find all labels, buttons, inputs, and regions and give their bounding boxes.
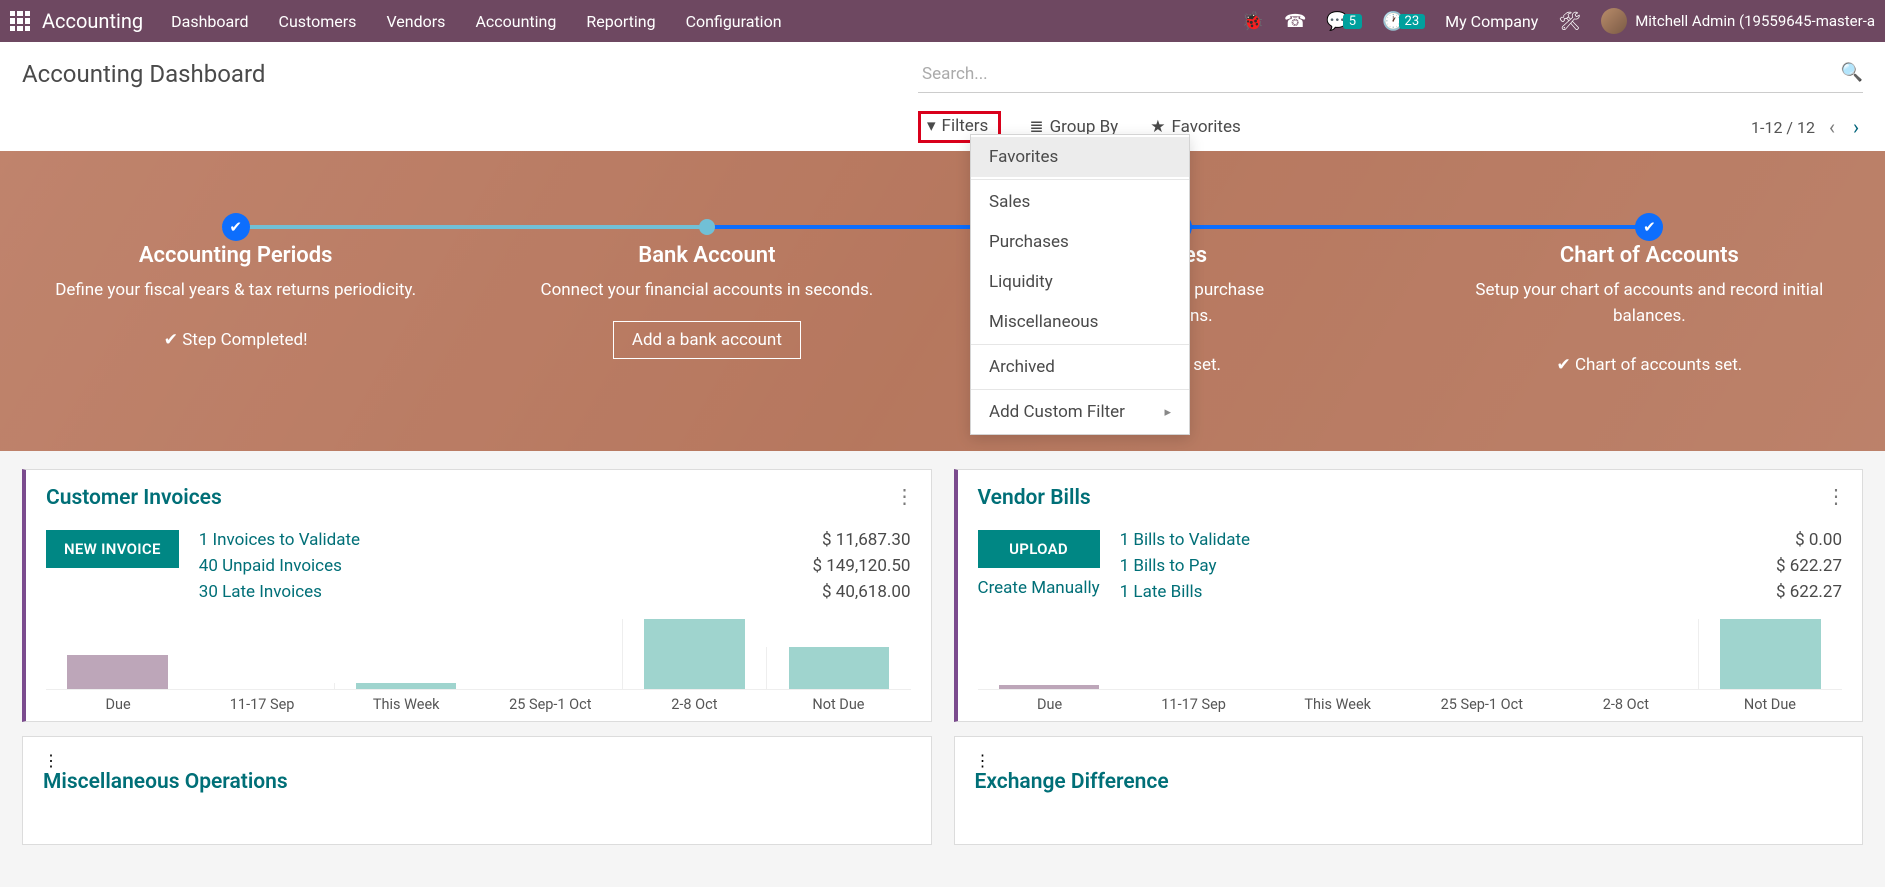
- stat-value: $ 149,120.50: [812, 556, 910, 576]
- bills-to-pay[interactable]: 1 Bills to Pay: [1120, 556, 1217, 576]
- late-invoices[interactable]: 30 Late Invoices: [199, 582, 322, 602]
- bills-to-validate[interactable]: 1 Bills to Validate: [1120, 530, 1250, 550]
- filter-purchases[interactable]: Purchases: [971, 222, 1189, 262]
- kebab-icon[interactable]: ⋮: [975, 751, 1843, 770]
- support-icon[interactable]: ☎: [1284, 11, 1306, 32]
- step-title: Chart of Accounts: [1414, 243, 1885, 268]
- step-status: Step Completed!: [0, 330, 471, 350]
- card-title[interactable]: Exchange Difference: [975, 770, 1843, 794]
- user-menu[interactable]: Mitchell Admin (19559645-master-a: [1601, 8, 1875, 34]
- filter-miscellaneous[interactable]: Miscellaneous: [971, 302, 1189, 342]
- pager-prev[interactable]: ‹: [1825, 115, 1839, 139]
- create-manually-link[interactable]: Create Manually: [978, 578, 1100, 598]
- clock-badge: 23: [1399, 14, 1426, 29]
- onboarding-hero: ✔ Accounting Periods Define your fiscal …: [0, 151, 1885, 451]
- card-title[interactable]: Customer Invoices: [46, 486, 911, 510]
- step-accounting-periods[interactable]: ✔ Accounting Periods Define your fiscal …: [0, 151, 471, 451]
- chart-labels: Due11-17 SepThis Week25 Sep-1 Oct2-8 Oct…: [978, 696, 1843, 713]
- page-title: Accounting Dashboard: [22, 60, 918, 88]
- card-misc-operations: ⋮ Miscellaneous Operations: [22, 736, 932, 845]
- add-custom-filter[interactable]: Add Custom Filter: [971, 392, 1189, 432]
- user-name: Mitchell Admin (19559645-master-a: [1635, 12, 1875, 30]
- apps-icon[interactable]: [10, 11, 30, 31]
- invoices-to-validate[interactable]: 1 Invoices to Validate: [199, 530, 360, 550]
- card-vendor-bills: ⋮ Vendor Bills UPLOAD Create Manually 1 …: [954, 469, 1864, 722]
- step-dot: [699, 219, 715, 235]
- stat-value: $ 0.00: [1795, 530, 1842, 550]
- search-icon[interactable]: 🔍: [1841, 62, 1863, 83]
- chat-badge: 5: [1343, 14, 1362, 29]
- menu-reporting[interactable]: Reporting: [586, 12, 655, 31]
- menu-dashboard[interactable]: Dashboard: [171, 12, 248, 31]
- stat-value: $ 622.27: [1776, 582, 1842, 602]
- subheader: Accounting Dashboard 🔍 ▾ Filters ≣ Group…: [0, 42, 1885, 151]
- check-icon: ✔: [1635, 213, 1663, 241]
- unpaid-invoices[interactable]: 40 Unpaid Invoices: [199, 556, 342, 576]
- late-bills[interactable]: 1 Late Bills: [1120, 582, 1203, 602]
- step-desc: Setup your chart of accounts and record …: [1414, 278, 1885, 329]
- stat-value: $ 622.27: [1776, 556, 1842, 576]
- filter-sales[interactable]: Sales: [971, 182, 1189, 222]
- step-title: Bank Account: [471, 243, 942, 268]
- filters-dropdown: Favorites Sales Purchases Liquidity Misc…: [970, 134, 1190, 435]
- check-icon: ✔: [222, 213, 250, 241]
- menu-accounting[interactable]: Accounting: [475, 12, 556, 31]
- chart-labels: Due11-17 SepThis Week25 Sep-1 Oct2-8 Oct…: [46, 696, 911, 713]
- card-exchange-difference: ⋮ Exchange Difference: [954, 736, 1864, 845]
- menu-vendors[interactable]: Vendors: [386, 12, 445, 31]
- filter-archived[interactable]: Archived: [971, 347, 1189, 387]
- activities-button[interactable]: 🕐 23: [1382, 11, 1425, 32]
- invoices-bar-chart: [46, 612, 911, 690]
- step-chart-of-accounts[interactable]: ✔ Chart of Accounts Setup your chart of …: [1414, 151, 1885, 451]
- kebab-icon[interactable]: ⋮: [895, 484, 915, 508]
- step-desc: Define your fiscal years & tax returns p…: [0, 278, 471, 304]
- new-invoice-button[interactable]: NEW INVOICE: [46, 530, 179, 568]
- brand[interactable]: Accounting: [42, 9, 143, 33]
- card-customer-invoices: ⋮ Customer Invoices NEW INVOICE 1 Invoic…: [22, 469, 932, 722]
- step-status: Chart of accounts set.: [1414, 355, 1885, 375]
- company-name[interactable]: My Company: [1445, 12, 1538, 31]
- stat-value: $ 40,618.00: [822, 582, 910, 602]
- bills-bar-chart: [978, 612, 1843, 690]
- kebab-icon[interactable]: ⋮: [43, 751, 911, 770]
- pager-text: 1-12 / 12: [1751, 118, 1815, 137]
- pager: 1-12 / 12 ‹ ›: [1751, 115, 1863, 139]
- filter-icon: ▾: [927, 116, 936, 136]
- step-desc: Connect your financial accounts in secon…: [471, 278, 942, 304]
- add-bank-account-button[interactable]: Add a bank account: [471, 330, 942, 350]
- card-title[interactable]: Vendor Bills: [978, 486, 1843, 510]
- bug-icon[interactable]: 🐞: [1242, 11, 1264, 32]
- step-bank-account[interactable]: Bank Account Connect your financial acco…: [471, 151, 942, 451]
- cards-row-2: ⋮ Miscellaneous Operations ⋮ Exchange Di…: [0, 722, 1885, 845]
- top-nav: Accounting Dashboard Customers Vendors A…: [0, 0, 1885, 42]
- stat-value: $ 11,687.30: [822, 530, 910, 550]
- tools-icon[interactable]: 🛠: [1558, 11, 1581, 32]
- filter-favorites[interactable]: Favorites: [971, 137, 1189, 177]
- pager-next[interactable]: ›: [1849, 115, 1863, 139]
- menu-configuration[interactable]: Configuration: [686, 12, 782, 31]
- cards-row: ⋮ Customer Invoices NEW INVOICE 1 Invoic…: [0, 451, 1885, 722]
- avatar: [1601, 8, 1627, 34]
- menu-customers[interactable]: Customers: [279, 12, 357, 31]
- main-menu: Dashboard Customers Vendors Accounting R…: [171, 12, 781, 31]
- kebab-icon[interactable]: ⋮: [1826, 484, 1846, 508]
- upload-button[interactable]: UPLOAD: [978, 530, 1100, 568]
- filter-liquidity[interactable]: Liquidity: [971, 262, 1189, 302]
- messages-button[interactable]: 💬 5: [1326, 11, 1362, 32]
- step-title: Accounting Periods: [0, 243, 471, 268]
- search-input[interactable]: [918, 60, 1863, 93]
- card-title[interactable]: Miscellaneous Operations: [43, 770, 911, 794]
